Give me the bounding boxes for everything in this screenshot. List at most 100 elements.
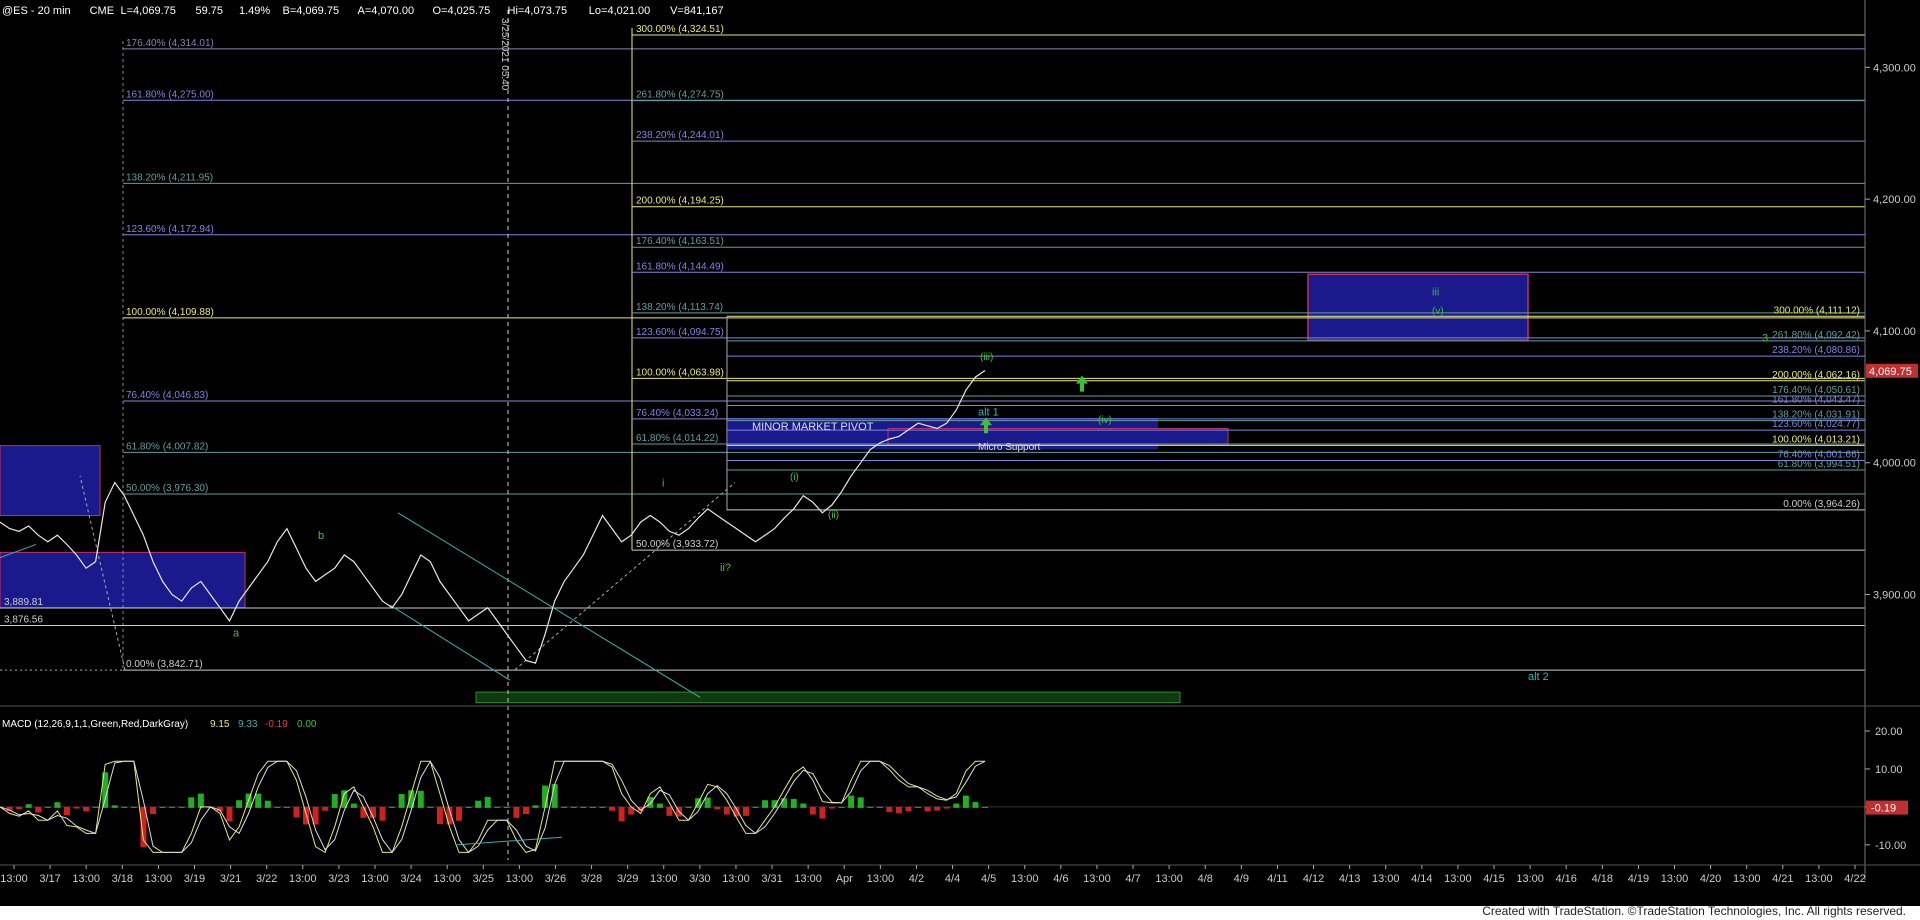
macd-histogram-bar [322, 806, 329, 811]
macd-label: MACD (12,26,9,1,1,Green,Red,DarkGray) [2, 719, 188, 730]
price-chart: 3,900.00 4,000.00 4,100.00 4,200.00 4,300.00… [0, 0, 1920, 885]
macd-histogram-bar [762, 800, 769, 808]
time-tick-label: 3/29 [617, 873, 638, 885]
header-field-3: 59.75 [196, 5, 224, 17]
time-tick-label: 13:00 [722, 873, 750, 885]
time-tick-label: 13:00 [794, 873, 822, 885]
macd-histogram-bar [130, 806, 137, 808]
macd-histogram-bar [781, 798, 788, 808]
fib-mid-label: 238.20% (4,244.01) [636, 130, 724, 141]
macd-histogram-bar [379, 806, 386, 821]
labels: @ES - 20 min CME L=4,069.75 59.75 1.49% B=4,0… [2, 5, 1860, 730]
wave-a-label: a [233, 628, 240, 640]
macd-histogram-bar [398, 794, 405, 808]
target-box-iii [1307, 273, 1529, 341]
time-tick-label: 13:00 [433, 873, 461, 885]
macd-histogram-bar [848, 795, 855, 808]
macd-histogram-bar [513, 806, 520, 818]
macd-histogram-bar [293, 806, 300, 818]
macd-histogram-bar [111, 805, 118, 808]
macd-histogram-bar [532, 805, 539, 808]
time-tick-label: 13:00 [1661, 873, 1689, 885]
time-tick-label: 4/15 [1483, 873, 1504, 885]
macd-histogram-bar [83, 806, 90, 812]
date-marker-label: 3/25/2021 05:40 [499, 18, 510, 91]
time-tick-label: 3/28 [581, 873, 602, 885]
macd-histogram-bar [494, 806, 501, 808]
macd-histogram-bar [331, 794, 338, 808]
time-tick-label: 13:00 [72, 873, 100, 885]
macd-histogram-bar [150, 806, 157, 815]
macd-histogram-bar [427, 806, 434, 808]
time-tick-label: 3/21 [220, 873, 241, 885]
time-tick-label: 4/4 [945, 873, 960, 885]
macd-histogram-bar [838, 806, 845, 808]
fib-left-label: 50.00% (3,976.30) [126, 483, 208, 494]
time-tick-label: 3/19 [184, 873, 205, 885]
macd-histogram-bar [723, 806, 730, 815]
macd-histogram-bar [465, 806, 472, 808]
macd-histogram-bar [905, 806, 912, 812]
macd-divergence-line [455, 836, 563, 846]
macd-histogram-bar [599, 806, 606, 808]
time-tick-label: 4/16 [1556, 873, 1577, 885]
fib-left-label: 0.00% (3,842.71) [126, 659, 203, 670]
fib-right-label: 61.80% (3,994.51) [1778, 459, 1860, 470]
macd-histogram-bar [44, 806, 51, 808]
fib-mid-label: 161.80% (4,144.49) [636, 261, 724, 272]
price-panel [0, 10, 1865, 860]
header-field-0: @ES - 20 min [2, 5, 71, 17]
macd-histogram-bar [589, 806, 596, 808]
macd-histogram-bar [92, 806, 99, 808]
macd-histogram-bar [886, 806, 893, 813]
price-tick-label: 4,300.00 [1873, 62, 1916, 74]
time-tick-label: 3/22 [256, 873, 277, 885]
fib-right-label: 200.00% (4,062.16) [1772, 370, 1860, 381]
macd-histogram-bar [962, 795, 969, 808]
time-tick-label: 13:00 [1011, 873, 1039, 885]
fib-right-label: 300.00% (4,111.12) [1774, 305, 1860, 316]
header-field-9: Lo=4,021.00 [589, 5, 650, 17]
macd-histogram-bar [752, 806, 759, 808]
macd-histogram-bar [685, 806, 692, 808]
macd-histogram-bar [456, 806, 463, 821]
macd-histogram-bar [226, 806, 233, 822]
time-tick-label: 4/18 [1592, 873, 1613, 885]
price-tick-label: 4,100.00 [1873, 326, 1916, 338]
price-tick-label: 4,000.00 [1873, 458, 1916, 470]
fib-mid-label: 50.00% (3,933.72) [636, 539, 718, 550]
macd-histogram-bar [800, 803, 807, 808]
fib-mid-label: 100.00% (4,063.98) [636, 367, 724, 378]
macd-histogram-bar [819, 806, 826, 819]
macd-histogram-bar [159, 806, 166, 808]
support-level-label: 3,889.81 [4, 597, 43, 608]
wave-ii-label: ii? [720, 562, 731, 574]
time-tick-label: 13:00 [1372, 873, 1400, 885]
macd-histogram-bar [924, 806, 931, 812]
macd-histogram-bar [982, 806, 988, 808]
time-tick-label: 4/6 [1053, 873, 1068, 885]
time-tick-label: 4/7 [1125, 873, 1140, 885]
fib-left-label: 100.00% (4,109.88) [126, 307, 214, 318]
macd-histogram-bar [714, 806, 721, 810]
time-tick-label: 13:00 [506, 873, 534, 885]
support-level-label: 3,876.56 [4, 614, 43, 625]
last-price-label: 4,069.75 [1869, 366, 1912, 378]
macd-current-label: -0.19 [1871, 803, 1896, 815]
macd-histogram-bar [503, 806, 510, 808]
alt1-label: alt 1 [978, 406, 999, 418]
time-tick-label: 4/20 [1700, 873, 1721, 885]
alt2-label: alt 2 [1528, 671, 1549, 683]
macd-histogram-bar [350, 803, 357, 808]
fib-right-label: 100.00% (4,013.21) [1772, 434, 1860, 445]
macd-histogram-bar [73, 806, 80, 809]
time-tick-label: 3/23 [328, 873, 349, 885]
header-field-6: A=4,070.00 [358, 5, 415, 17]
fib-left-label: 123.60% (4,172.94) [126, 224, 214, 235]
time-tick-label: 13:00 [1155, 873, 1183, 885]
macd-histogram-bar [283, 806, 290, 808]
time-tick-label: 13:00 [1444, 873, 1472, 885]
macd-histogram-bar [274, 806, 281, 808]
wave-i-small-label: (i) [790, 472, 799, 483]
wave-iii-small-label: (iii) [980, 352, 993, 363]
